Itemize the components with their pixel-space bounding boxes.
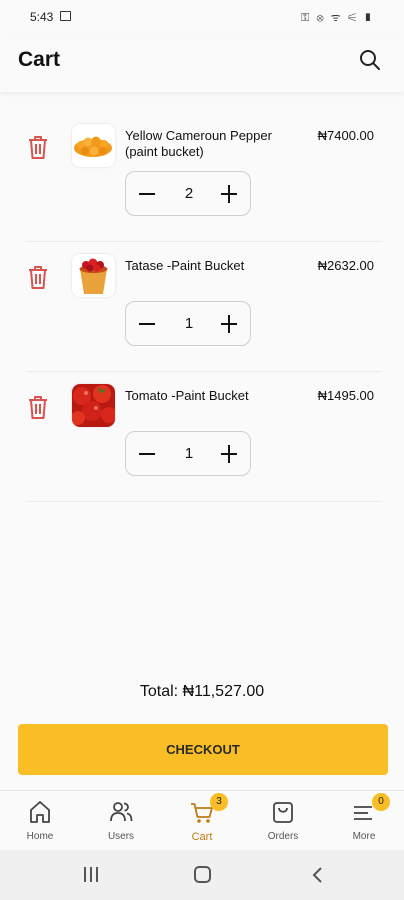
increase-quantity-button[interactable] (220, 314, 238, 334)
quantity-stepper: 1 (125, 431, 251, 476)
cart-item: Yellow Cameroun Pepper (paint bucket) ₦7… (26, 112, 382, 242)
increase-quantity-button[interactable] (220, 444, 238, 464)
nav-label-users: Users (107, 831, 135, 842)
status-bar: 5:43 ⚿ ⊗ ᯤ ⚟ ▮ (0, 0, 404, 34)
bottom-navigation: Home Users 3 Cart Orders 0 More (0, 790, 404, 850)
system-status-icons: ⚿ ⊗ ᯤ ⚟ ▮ (301, 12, 374, 24)
nav-label-orders: Orders (267, 831, 299, 842)
status-time: 5:43 (30, 10, 54, 24)
nav-label-cart: Cart (191, 831, 213, 843)
orders-icon (273, 802, 293, 823)
nav-item-users[interactable]: Users (81, 791, 161, 851)
product-image (72, 124, 115, 167)
nav-item-home[interactable]: Home (0, 791, 80, 851)
product-price: ₦1495.00 (317, 388, 374, 403)
cart-count-badge: 3 (210, 793, 228, 811)
back-button[interactable] (311, 866, 323, 884)
cart-list: Yellow Cameroun Pepper (paint bucket) ₦7… (0, 112, 404, 502)
gallery-notification-icon (60, 11, 71, 21)
product-name: Tomato -Paint Bucket (125, 388, 249, 403)
delete-icon[interactable] (26, 264, 50, 290)
cart-total: Total: ₦11,527.00 (139, 683, 265, 700)
nav-item-orders[interactable]: Orders (243, 791, 323, 851)
app-header: Cart (0, 34, 404, 92)
product-price: ₦2632.00 (317, 258, 374, 273)
quantity-stepper: 2 (125, 171, 251, 216)
delete-icon[interactable] (26, 394, 50, 420)
recents-button[interactable] (82, 867, 100, 883)
nav-item-cart[interactable]: 3 Cart (162, 791, 242, 851)
users-icon (110, 802, 133, 822)
product-name: Tatase -Paint Bucket (125, 258, 245, 273)
more-badge: 0 (372, 793, 390, 811)
cart-item: Tatase -Paint Bucket ₦2632.00 1 (26, 242, 382, 372)
nav-label-more: More (352, 831, 376, 842)
nav-item-more[interactable]: 0 More (324, 791, 404, 851)
product-image (72, 254, 115, 297)
delete-icon[interactable] (26, 134, 50, 160)
home-icon (30, 801, 50, 823)
page-title: Cart (18, 48, 61, 71)
quantity-stepper: 1 (125, 301, 251, 346)
product-name: Yellow Cameroun Pepper (paint bucket) (125, 128, 272, 159)
checkout-button[interactable]: CHECKOUT (18, 724, 388, 775)
system-navigation-bar (0, 850, 404, 900)
search-icon[interactable] (358, 48, 382, 72)
nav-label-home: Home (26, 831, 54, 842)
home-button[interactable] (194, 866, 211, 883)
product-price: ₦7400.00 (317, 128, 374, 143)
product-image (72, 384, 115, 427)
increase-quantity-button[interactable] (220, 184, 238, 204)
cart-item: Tomato -Paint Bucket ₦1495.00 1 (26, 372, 382, 502)
